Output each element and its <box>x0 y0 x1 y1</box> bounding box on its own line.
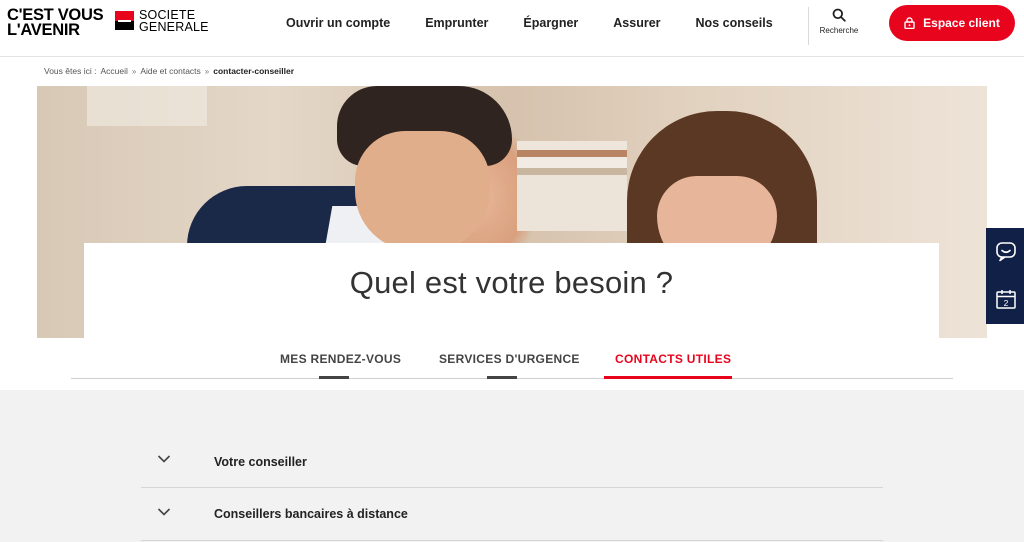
breadcrumb: Vous êtes ici : Accueil » Aide et contac… <box>44 66 294 76</box>
nav-ouvrir-un-compte[interactable]: Ouvrir un compte <box>286 15 390 31</box>
breadcrumb-item-aide-et-contacts[interactable]: Aide et contacts <box>140 66 200 76</box>
floating-contact-bar: 2 <box>986 228 1024 324</box>
chevron-down-icon <box>157 455 171 463</box>
main-nav: Ouvrir un compte Emprunter Épargner Assu… <box>270 15 808 31</box>
search-button[interactable]: Recherche <box>815 8 863 44</box>
accordion-item-votre-conseiller[interactable]: Votre conseiller <box>141 436 883 488</box>
nav-assurer[interactable]: Assurer <box>613 15 660 31</box>
tab-mes-rendez-vous[interactable]: MES RENDEZ-VOUS <box>280 352 401 366</box>
slogan-logo[interactable]: C'EST VOUS L'AVENIR <box>7 7 104 39</box>
accordion-label: Conseillers bancaires à distance <box>214 507 408 521</box>
nav-nos-conseils[interactable]: Nos conseils <box>696 15 773 31</box>
nav-epargner[interactable]: Épargner <box>523 15 578 31</box>
chevron-down-icon <box>157 508 171 516</box>
page-title: Quel est votre besoin ? <box>349 265 674 300</box>
slogan-line-2: L'AVENIR <box>7 21 80 39</box>
tab-active-indicator <box>604 376 732 379</box>
accordion-item-conseillers-a-distance[interactable]: Conseillers bancaires à distance <box>141 489 883 541</box>
breadcrumb-prefix: Vous êtes ici : <box>44 66 97 76</box>
contacts-section: Votre conseiller Conseillers bancaires à… <box>0 390 1024 542</box>
tab-indicator <box>319 376 349 379</box>
chat-icon[interactable] <box>995 240 1017 262</box>
site-header: C'EST VOUS L'AVENIR SOCIETE GENERALE Ouv… <box>0 0 1024 57</box>
search-label: Recherche <box>819 26 859 35</box>
search-icon <box>832 8 846 22</box>
calendar-number: 2 <box>1004 298 1009 308</box>
breadcrumb-separator-icon: » <box>131 66 137 76</box>
hero-title-card: Quel est votre besoin ? <box>84 243 939 338</box>
nav-emprunter[interactable]: Emprunter <box>425 15 488 31</box>
breadcrumb-item-accueil[interactable]: Accueil <box>100 66 127 76</box>
tab-contacts-utiles[interactable]: CONTACTS UTILES <box>615 352 731 366</box>
espace-client-button[interactable]: Espace client <box>889 5 1015 41</box>
tab-services-urgence[interactable]: SERVICES D'URGENCE <box>439 352 580 366</box>
lock-icon <box>904 17 915 29</box>
societe-generale-logo-icon[interactable] <box>115 11 134 30</box>
calendar-icon[interactable]: 2 <box>995 288 1017 310</box>
tab-bar: MES RENDEZ-VOUS SERVICES D'URGENCE CONTA… <box>71 338 953 379</box>
breadcrumb-separator-icon: » <box>204 66 210 76</box>
tab-indicator <box>487 376 517 379</box>
brand-name[interactable]: SOCIETE GENERALE <box>139 9 209 34</box>
breadcrumb-current: contacter-conseiller <box>213 66 295 76</box>
nav-divider <box>808 7 809 45</box>
accordion-label: Votre conseiller <box>214 455 307 469</box>
brand-line-2: GENERALE <box>139 19 209 34</box>
espace-client-label: Espace client <box>923 16 1000 30</box>
